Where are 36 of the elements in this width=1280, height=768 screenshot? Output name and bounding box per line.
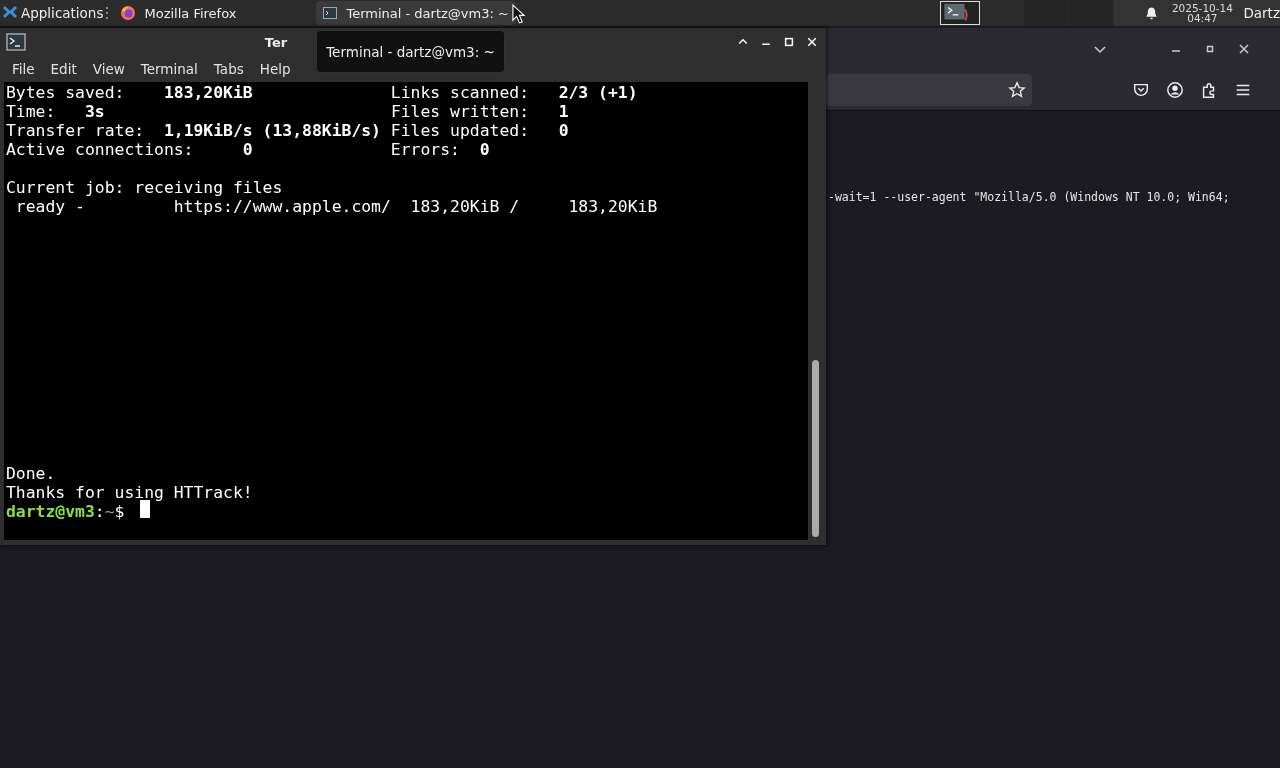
pocket-icon[interactable] <box>1132 81 1150 99</box>
command-text: -wait=1 --user-agent "Mozilla/5.0 (Windows NT 10.0; Win64; <box>828 190 1230 204</box>
menu-item[interactable]: Help <box>251 61 299 77</box>
terminal-line: Current job: receiving files <box>6 178 283 197</box>
terminal-icon <box>6 32 26 52</box>
menu-item[interactable]: Edit <box>42 61 85 77</box>
terminal-line: Bytes saved: 183,20KiB Links scanned: 2/3 (+1) <box>6 83 638 102</box>
menu-item[interactable]: Terminal <box>132 61 206 77</box>
terminal-line: Done. <box>6 464 56 483</box>
user-name[interactable]: Dartz <box>1243 5 1280 21</box>
mouse-pointer-icon <box>512 4 525 25</box>
panel-handle-icon[interactable] <box>106 7 111 19</box>
maximize-icon[interactable] <box>783 36 795 48</box>
close-icon[interactable] <box>806 36 818 48</box>
text-cursor <box>140 500 150 518</box>
bookmark-star-icon[interactable] <box>1008 81 1026 99</box>
terminal-line: Thanks for using HTTrack! <box>6 483 253 502</box>
terminal-prompt: dartz@vm3:~$ <box>6 502 125 521</box>
tooltip: Terminal - dartz@vm3: ~ <box>316 30 505 73</box>
menu-item[interactable]: Tabs <box>205 61 252 77</box>
applications-menu[interactable]: Applications <box>0 0 106 26</box>
notification-bell-icon[interactable] <box>1144 5 1160 21</box>
menu-item[interactable]: File <box>4 61 43 77</box>
workspace-switcher[interactable] <box>940 1 981 25</box>
terminal-line: Active connections: 0 Errors: 0 <box>6 140 490 159</box>
scrollbar-thumb[interactable] <box>812 360 819 537</box>
terminal-icon <box>322 5 339 21</box>
terminal-line: Time: 3s Files written: 1 <box>6 102 569 121</box>
terminal-line: ready - https://www.apple.com/ 183,20KiB / 183,20KiB <box>14 197 658 216</box>
terminal-line: Transfer rate: 1,19KiB/s (13,88KiB/s) Files updated: 0 <box>6 121 569 140</box>
account-icon[interactable] <box>1166 81 1184 99</box>
taskbar-button[interactable]: Terminal - dartz@vm3: ~ <box>316 1 517 25</box>
menu-item[interactable]: View <box>84 61 133 77</box>
clock[interactable]: 2025-10-14 04:47 <box>1169 3 1236 23</box>
firefox-icon <box>120 5 137 21</box>
window-title: Ter <box>264 34 288 50</box>
